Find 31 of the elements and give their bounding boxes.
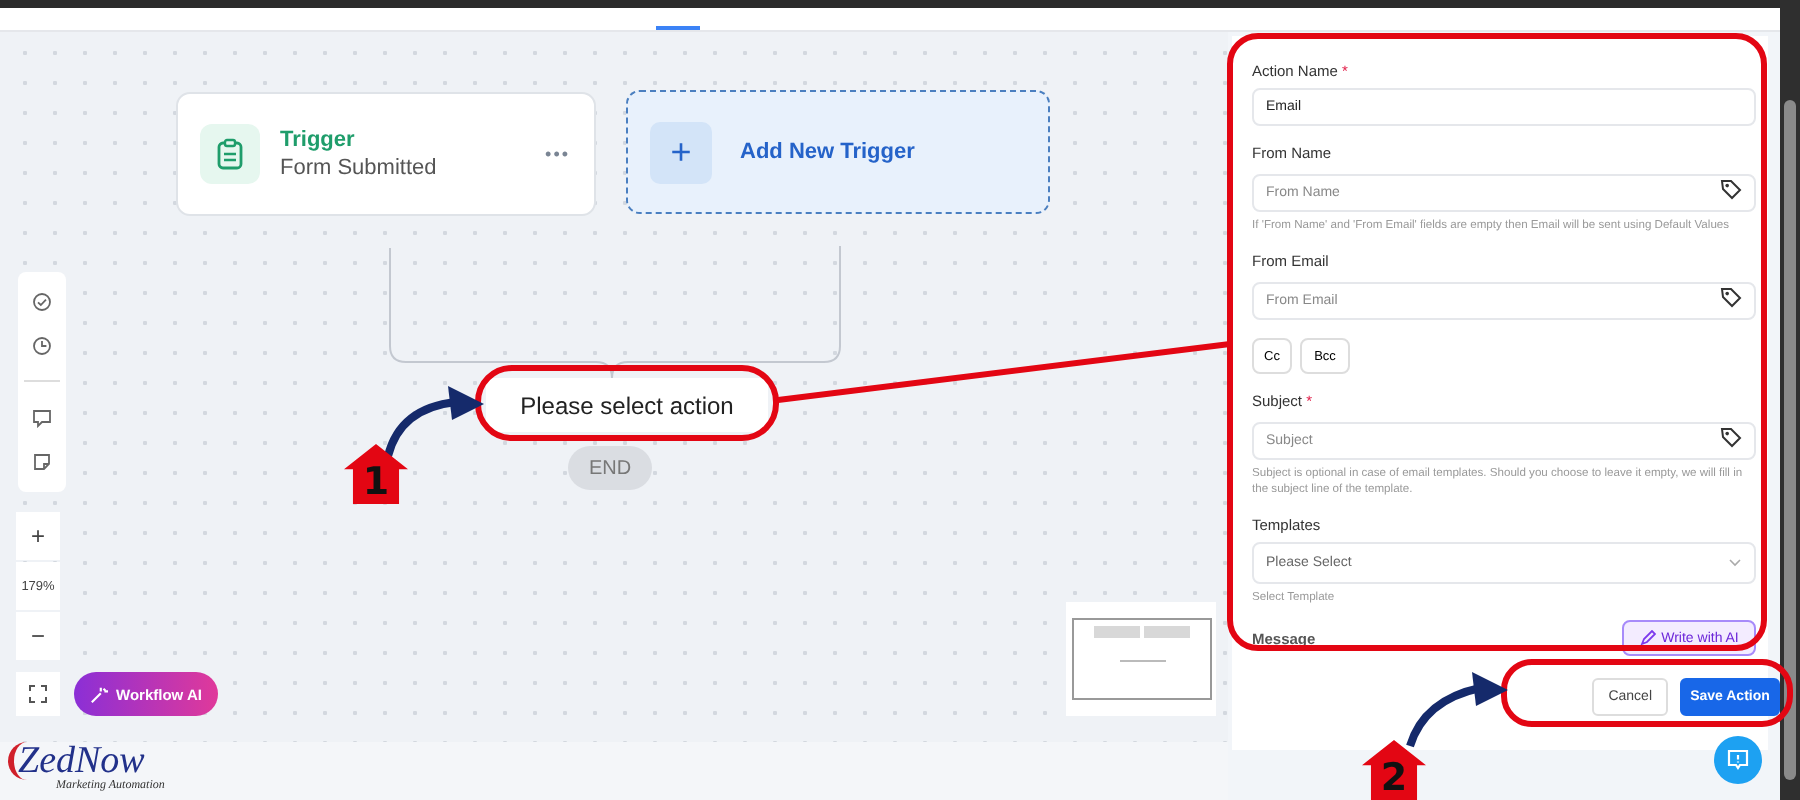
end-node: END (568, 446, 652, 490)
zoom-in-button[interactable]: + (16, 512, 60, 560)
scrollbar[interactable] (1780, 0, 1800, 800)
curved-arrow (1406, 672, 1508, 748)
fit-view-icon (28, 684, 48, 704)
fit-view-button[interactable] (16, 672, 60, 716)
comment-icon[interactable] (32, 407, 52, 428)
tag-icon[interactable] (1720, 178, 1742, 200)
zoom-out-button[interactable]: − (16, 612, 60, 660)
curved-arrow (384, 386, 484, 458)
add-trigger-node[interactable]: + Add New Trigger (626, 90, 1050, 214)
clipboard-icon (200, 124, 260, 184)
chat-icon (1726, 748, 1750, 772)
chevron-down-icon (1728, 558, 1742, 568)
chat-button[interactable] (1714, 736, 1762, 784)
more-menu[interactable]: ••• (545, 144, 570, 164)
clock-icon[interactable] (32, 336, 52, 357)
tag-icon[interactable] (1720, 286, 1742, 308)
logo-name: ZedNow (8, 742, 192, 780)
minimap[interactable] (1066, 602, 1216, 716)
note-icon[interactable] (32, 451, 52, 472)
pen-icon (1639, 630, 1656, 646)
check-circle-icon[interactable] (32, 292, 52, 313)
tag-icon[interactable] (1720, 426, 1742, 448)
add-trigger-label: Add New Trigger (740, 140, 915, 164)
node-title: Trigger (280, 128, 357, 152)
trigger-node[interactable]: Trigger Form Submitted ••• (176, 92, 596, 216)
action-node[interactable]: Please select action (486, 378, 768, 432)
sparkle-wand-icon (90, 685, 109, 703)
node-subtitle: Form Submitted (280, 156, 439, 180)
plus-icon: + (650, 121, 712, 183)
